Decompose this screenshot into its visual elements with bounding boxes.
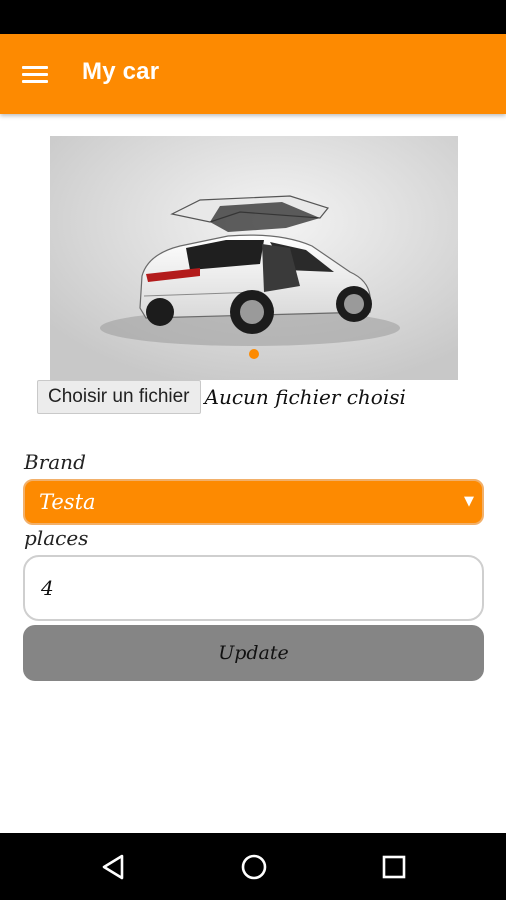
car-illustration (50, 136, 458, 380)
hamburger-menu-icon[interactable] (18, 60, 52, 88)
recent-apps-square-icon[interactable] (376, 849, 412, 885)
navigation-bar (0, 833, 506, 900)
choose-file-button[interactable]: Choisir un fichier (37, 380, 201, 414)
back-glyph (102, 854, 124, 880)
file-picker: Choisir un fichier Aucun fichier choisi (37, 380, 406, 414)
car-photo[interactable] (50, 136, 458, 380)
brand-select[interactable]: Testa ▼ (23, 479, 484, 525)
places-input[interactable] (23, 555, 484, 621)
recent-glyph (382, 855, 406, 879)
menu-line (22, 80, 48, 83)
page-title: My car (82, 58, 160, 85)
app-bar: My car (0, 34, 506, 114)
home-circle-icon[interactable] (236, 849, 272, 885)
places-label: places (24, 526, 89, 550)
menu-line (22, 73, 48, 76)
back-triangle-icon[interactable] (96, 849, 132, 885)
carousel-page-indicator[interactable] (249, 349, 259, 359)
update-button[interactable]: Update (23, 625, 484, 681)
file-status-text: Aucun fichier choisi (204, 385, 406, 409)
status-bar (0, 0, 506, 34)
brand-label: Brand (24, 450, 86, 474)
home-glyph (241, 854, 267, 880)
menu-line (22, 66, 48, 69)
dropdown-arrow-icon: ▼ (464, 494, 474, 509)
brand-selected-value: Testa (39, 490, 96, 514)
